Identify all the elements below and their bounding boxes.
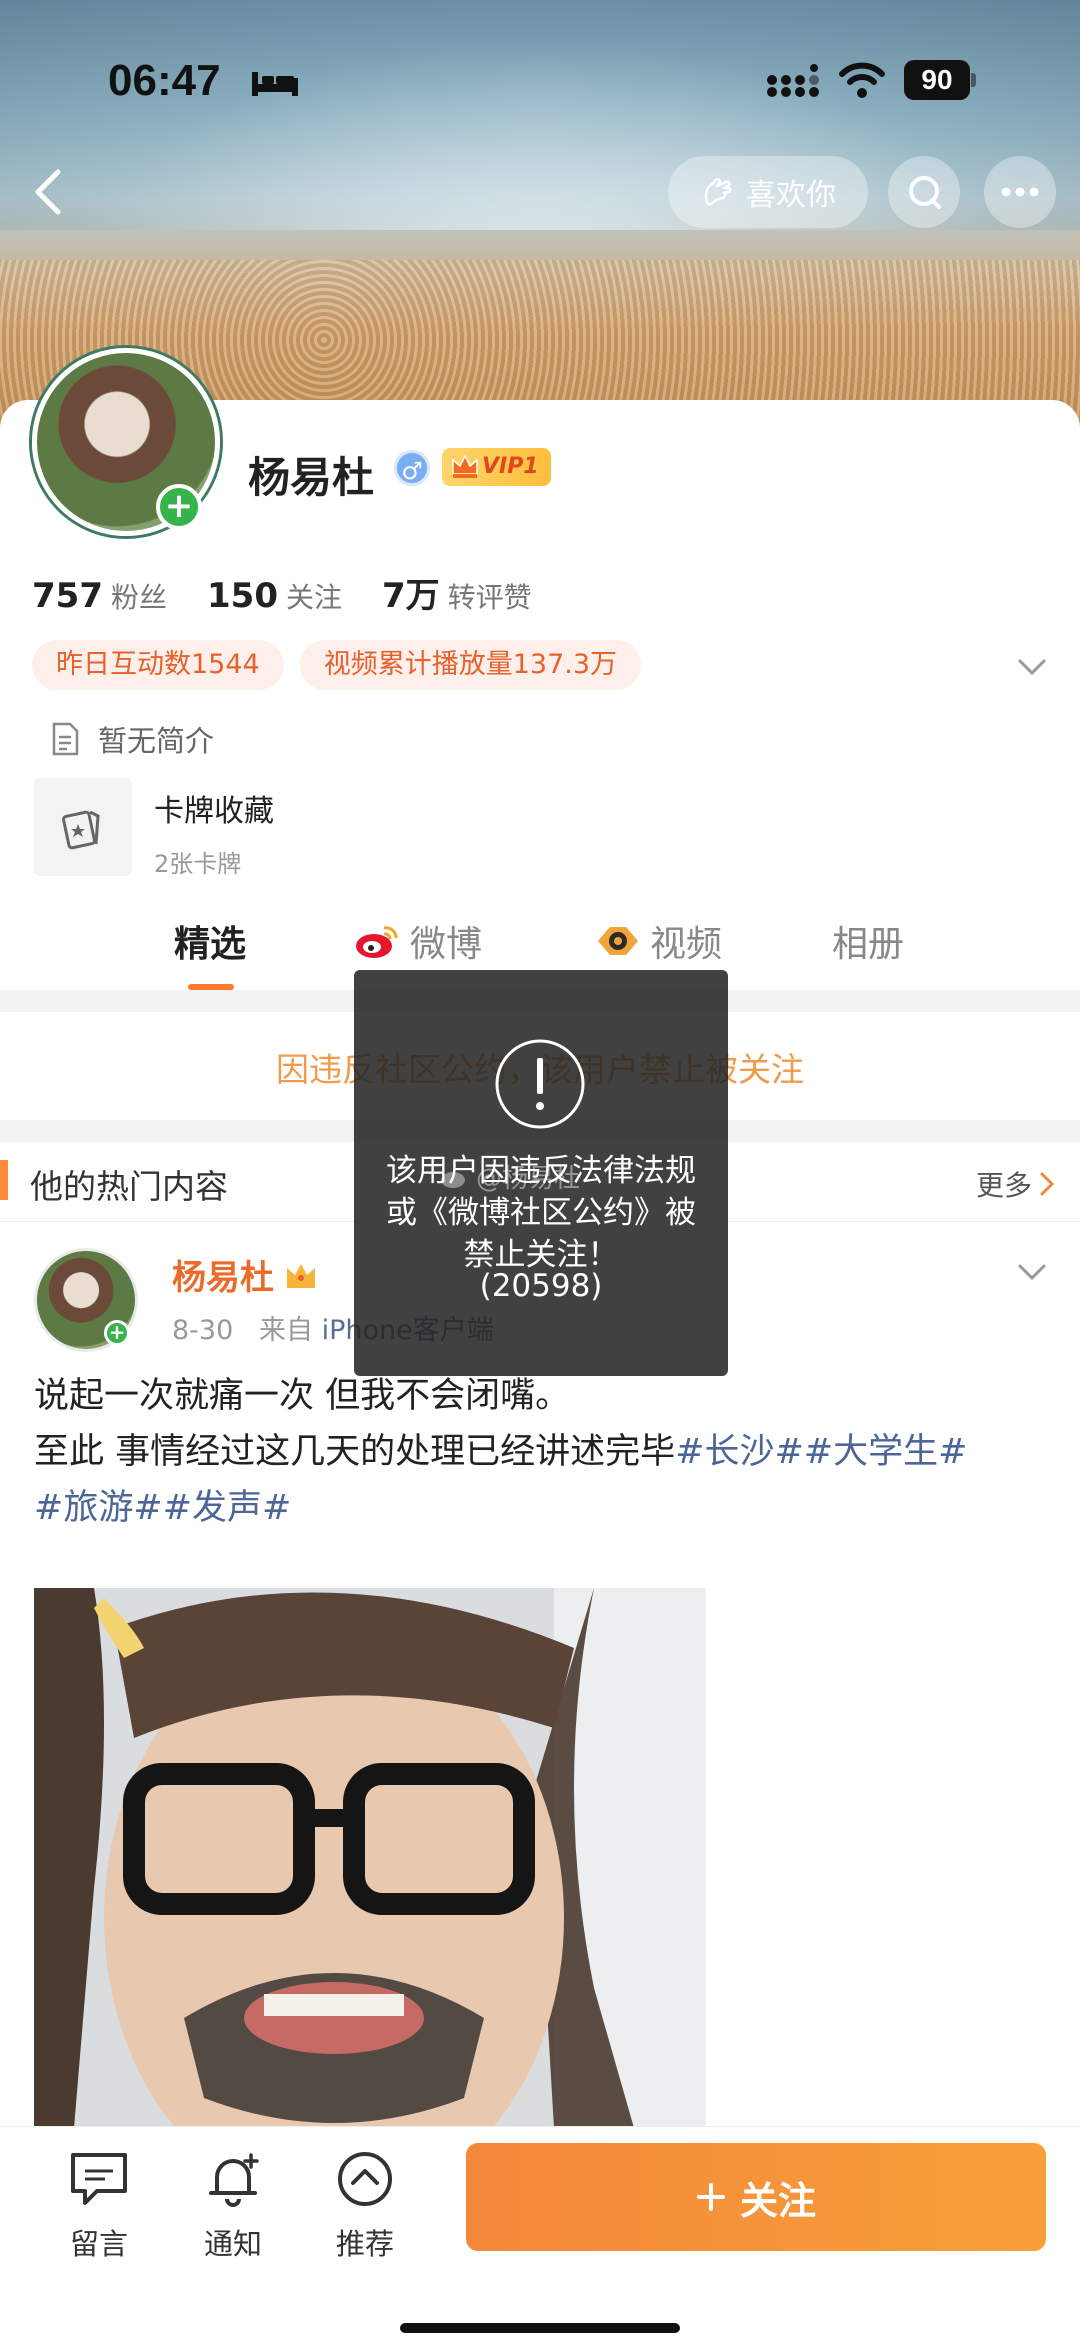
tab-label: 相册 (832, 924, 905, 965)
home-indicator (400, 2323, 680, 2333)
stat-fans[interactable]: 757 粉丝 (32, 576, 167, 616)
watermark-text: @杨易杜 (476, 1164, 581, 1194)
hashtag-speak-up[interactable]: #发声# (163, 1488, 292, 1528)
stat-label: 转评赞 (447, 581, 532, 614)
crown-icon (452, 454, 478, 478)
tab-weibo[interactable]: 微博 (354, 906, 482, 976)
profile-stats: 757 粉丝 150 关注 7万 转评赞 (32, 568, 532, 617)
exclamation-icon (495, 1039, 585, 1129)
hot-content-title: 他的热门内容 (30, 1167, 228, 1206)
comment-button[interactable]: 留言 (44, 2149, 154, 2263)
chevron-down-icon[interactable] (1014, 1258, 1050, 1286)
video-eye-icon (598, 927, 638, 955)
weibo-watermark-icon (441, 1171, 465, 1188)
more-link[interactable]: 更多 (976, 1164, 1056, 1204)
notify-button[interactable]: 通知 (178, 2149, 288, 2263)
profile-name: 杨易杜 (248, 453, 375, 502)
chevron-right-icon (1040, 1172, 1055, 1196)
post-avatar-add-icon[interactable]: + (104, 1320, 130, 1346)
bio-text: 暂无简介 (98, 724, 215, 758)
follow-label: 关注 (739, 2178, 816, 2223)
stat-number: 757 (32, 576, 103, 616)
tab-video[interactable]: 视频 (596, 906, 722, 976)
weibo-logo-icon (356, 926, 398, 958)
more-label: 更多 (975, 1169, 1032, 1202)
comment-label: 留言 (69, 2227, 128, 2261)
post-photo[interactable] (34, 1588, 706, 2128)
hashtag-travel[interactable]: #旅游# (34, 1488, 163, 1528)
message-bubble-icon (71, 2153, 127, 2205)
tab-label: 精选 (174, 924, 247, 965)
tab-label: 视频 (650, 924, 723, 965)
post-photo-content (34, 1588, 706, 2128)
bell-plus-icon (209, 2153, 259, 2207)
post-date: 8-30 (172, 1315, 234, 1346)
stat-number: 7万 (382, 576, 440, 616)
cellular-signal-icon (767, 64, 819, 97)
post-line: #旅游##发声# (34, 1480, 1054, 1536)
recommend-button[interactable]: 推荐 (310, 2149, 420, 2263)
post-line: 至此 事情经过这几天的处理已经讲述完毕#长沙##大学生# (34, 1424, 1054, 1480)
search-icon (909, 176, 941, 209)
card-collection-count: 2张卡牌 (154, 850, 242, 878)
card-collection-thumb (34, 778, 132, 876)
recommend-label: 推荐 (335, 2227, 394, 2261)
follow-button[interactable]: 关注 (466, 2143, 1046, 2251)
hand-heart-icon (704, 177, 732, 206)
tab-label: 微博 (410, 924, 483, 965)
hot-accent-bar (0, 1160, 8, 1200)
post-line-text: 至此 事情经过这几天的处理已经讲述完毕 (34, 1432, 676, 1472)
vip-label: VIP1 (482, 454, 539, 479)
tag-video-plays[interactable]: 视频累计播放量137.3万 (299, 640, 642, 690)
like-you-button[interactable]: 喜欢你 (668, 156, 868, 228)
card-collection[interactable]: 卡牌收藏 2张卡牌 (34, 778, 274, 879)
hashtag-changsha[interactable]: #长沙# (675, 1432, 804, 1472)
status-bar: 06:47 90 (0, 40, 1080, 120)
post-author[interactable]: 杨易杜 (172, 1250, 318, 1299)
like-you-label: 喜欢你 (746, 178, 836, 213)
post-line: 说起一次就痛一次 但我不会闭嘴。 (34, 1376, 571, 1416)
document-icon (52, 722, 79, 756)
more-dots-icon (1001, 187, 1039, 197)
watermark: @杨易杜 (440, 1158, 580, 1195)
bed-icon (252, 72, 298, 96)
avatar-add-badge-icon[interactable]: + (156, 484, 202, 530)
stat-interactions[interactable]: 7万 转评赞 (382, 568, 532, 617)
stat-label: 关注 (285, 581, 342, 614)
stat-label: 粉丝 (110, 581, 167, 614)
back-arrow-icon[interactable] (18, 160, 82, 224)
card-collection-title: 卡牌收藏 (154, 794, 274, 829)
wifi-icon (839, 62, 885, 98)
more-options-button[interactable] (984, 156, 1056, 228)
notify-label: 通知 (203, 2227, 262, 2261)
arrow-up-circle-icon (338, 2152, 392, 2206)
male-gender-icon: ♂ (394, 450, 430, 486)
tab-featured[interactable]: 精选 (174, 906, 246, 976)
plus-icon (696, 2183, 725, 2211)
stat-number: 150 (207, 576, 278, 616)
tag-interaction-count[interactable]: 昨日互动数1544 (32, 640, 284, 690)
status-time: 06:47 (108, 56, 221, 105)
post-author-name: 杨易杜 (172, 1258, 274, 1298)
post-from-prefix: 来自 (259, 1315, 314, 1346)
toast-error-code: (20598) (479, 1268, 603, 1304)
stat-following[interactable]: 150 关注 (207, 576, 342, 616)
profile-tags: 昨日互动数1544 视频累计播放量137.3万 (32, 640, 642, 690)
battery-level: 90 (904, 60, 970, 100)
battery-indicator: 90 (904, 60, 976, 100)
tab-album[interactable]: 相册 (832, 906, 904, 976)
post-body: 说起一次就痛一次 但我不会闭嘴。 至此 事情经过这几天的处理已经讲述完毕#长沙#… (34, 1368, 1054, 1536)
vip-badge[interactable]: VIP1 (442, 448, 551, 486)
hashtag-college-student[interactable]: #大学生# (804, 1432, 968, 1472)
bio-row: 暂无简介 (50, 718, 214, 760)
card-star-icon (62, 810, 100, 850)
crown-icon (287, 1263, 315, 1288)
chevron-down-icon[interactable] (1014, 652, 1050, 682)
bottom-action-bar: 留言 通知 推荐 关注 (0, 2126, 1080, 2346)
search-button[interactable] (888, 156, 960, 228)
